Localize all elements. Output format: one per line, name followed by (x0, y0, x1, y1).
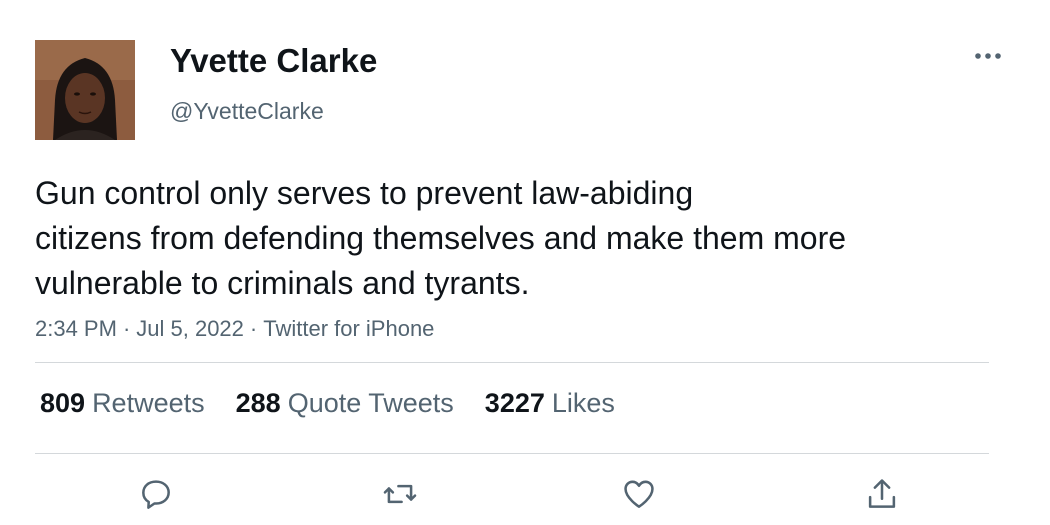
tweet-text-line: citizens from defending themselves and m… (35, 220, 847, 256)
retweets-stat[interactable]: 809 Retweets (40, 388, 205, 419)
likes-count: 3227 (484, 388, 545, 418)
tweet-card: Yvette Clarke @YvetteClarke Gun control … (0, 0, 1050, 525)
author-name[interactable]: Yvette Clarke (170, 42, 377, 80)
more-icon (975, 53, 1001, 59)
retweets-label: Retweets (92, 388, 205, 418)
tweet-meta: 2:34 PM · Jul 5, 2022 · Twitter for iPhone (35, 316, 434, 342)
quote-tweets-count: 288 (235, 388, 281, 418)
reply-button[interactable] (134, 472, 178, 516)
like-icon (624, 480, 654, 508)
author-handle[interactable]: @YvetteClarke (170, 98, 324, 125)
tweet-time[interactable]: 2:34 PM (35, 316, 117, 341)
tweet-stats: 809 Retweets 288 Quote Tweets 3227 Likes (40, 388, 646, 419)
retweets-count: 809 (40, 388, 86, 418)
likes-label: Likes (551, 388, 615, 418)
tweet-text-line: Gun control only serves to prevent law-a… (35, 175, 694, 211)
tweet-source[interactable]: Twitter for iPhone (263, 316, 434, 341)
author-avatar[interactable] (35, 40, 135, 140)
likes-stat[interactable]: 3227 Likes (485, 388, 615, 419)
divider (35, 362, 989, 363)
tweet-actions (0, 472, 1050, 522)
tweet-text: Gun control only serves to prevent law-a… (35, 171, 995, 306)
share-button[interactable] (860, 472, 904, 516)
meta-separator: · (249, 316, 258, 341)
share-icon (868, 479, 896, 508)
tweet-text-line: vulnerable to criminals and tyrants. (35, 265, 530, 301)
like-button[interactable] (617, 472, 661, 516)
avatar-image (35, 40, 135, 140)
meta-separator: · (122, 316, 131, 341)
more-options-button[interactable] (966, 42, 1010, 70)
quote-tweets-label: Quote Tweets (287, 388, 454, 418)
quote-tweets-stat[interactable]: 288 Quote Tweets (236, 388, 454, 419)
reply-icon (142, 480, 170, 509)
tweet-date[interactable]: Jul 5, 2022 (136, 316, 244, 341)
retweet-icon (383, 484, 417, 504)
retweet-button[interactable] (378, 472, 422, 516)
divider (35, 453, 989, 454)
